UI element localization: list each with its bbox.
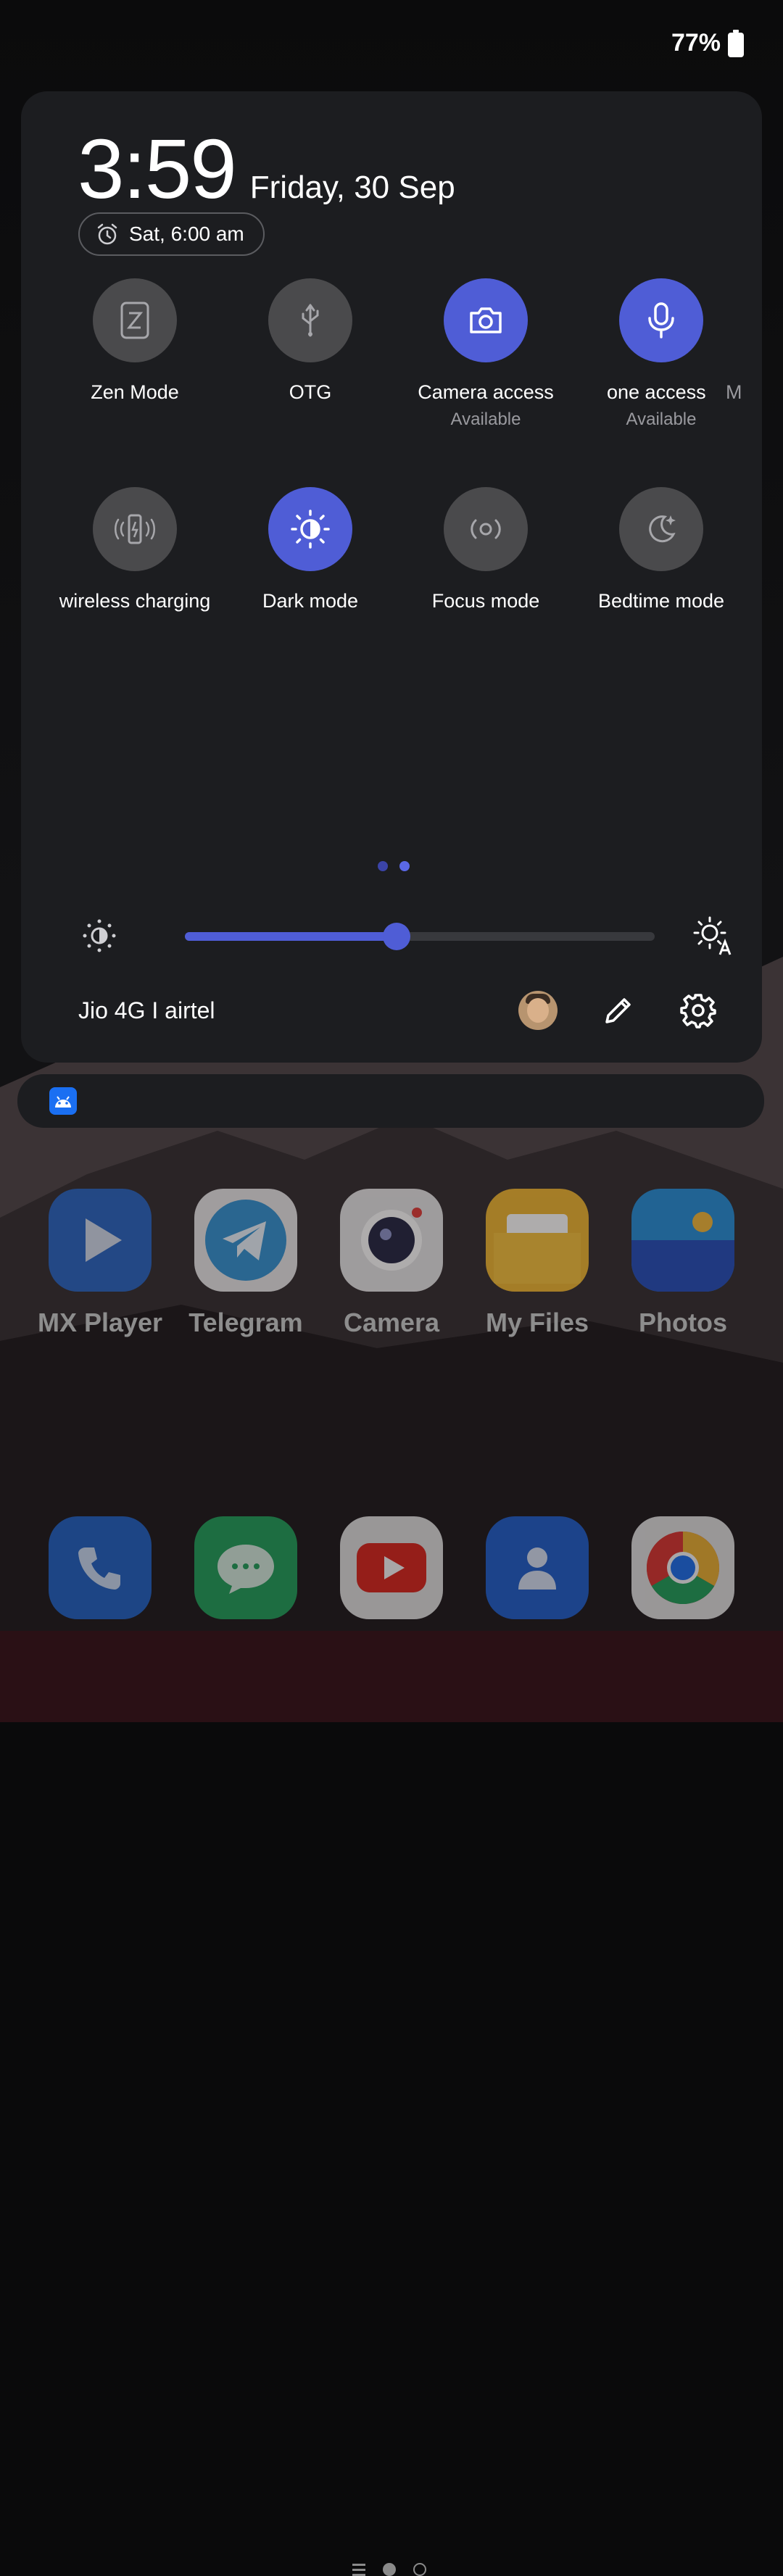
- telegram-icon: [194, 1189, 297, 1292]
- chrome-app-icon: [631, 1516, 734, 1619]
- reverse-wireless-charging-icon: [93, 487, 177, 571]
- battery-icon: [728, 29, 744, 57]
- tile-status: Available: [450, 410, 521, 429]
- tile-label: Zen Mode: [91, 381, 179, 403]
- app-label: MX Player: [37, 1308, 163, 1337]
- page-indicator: [378, 861, 410, 871]
- tile-reverse-wireless-charging[interactable]: wireless charging: [48, 487, 222, 612]
- notification-pill[interactable]: [17, 1074, 764, 1128]
- alarm-clock-icon: [97, 223, 117, 245]
- pencil-icon: [605, 998, 631, 1023]
- camera-app-icon: [340, 1189, 443, 1292]
- alarm-chip[interactable]: Sat, 6:00 am: [78, 212, 265, 256]
- app-label: Telegram: [188, 1308, 303, 1337]
- home-screen: MX Player Telegram Camera My Files Photo…: [0, 1131, 783, 2576]
- page-dot-2[interactable]: [399, 861, 410, 871]
- home-page-indicator: [352, 2563, 426, 2576]
- contacts-app-icon: [486, 1516, 589, 1619]
- tile-camera-access[interactable]: Camera access Available: [399, 278, 573, 430]
- app-drawer-indicator[interactable]: [352, 2563, 365, 2576]
- brightness-slider-fill: [185, 932, 397, 941]
- camera-icon: [444, 278, 528, 362]
- clock[interactable]: 3:59: [78, 120, 237, 217]
- app-photos[interactable]: Photos: [610, 1189, 755, 1338]
- brightness-slider-thumb[interactable]: [382, 923, 410, 950]
- gear-icon: [680, 994, 716, 1029]
- dock-phone[interactable]: [28, 1516, 173, 1619]
- tile-label: wireless charging: [59, 590, 211, 612]
- status-bar: 77%: [671, 29, 744, 57]
- tile-label: one access: [607, 381, 706, 403]
- user-avatar[interactable]: [518, 991, 558, 1030]
- app-label: My Files: [485, 1308, 589, 1337]
- tile-zen-mode[interactable]: Zen Mode: [48, 278, 222, 404]
- clock-row: 3:59 Friday, 30 Sep: [78, 120, 455, 217]
- tile-status: Available: [626, 410, 697, 429]
- tile-otg[interactable]: OTG: [223, 278, 397, 404]
- tile-label: Bedtime mode: [597, 590, 725, 612]
- tile-label: OTG: [289, 381, 332, 403]
- phone-app-icon: [49, 1516, 152, 1619]
- brightness-low-icon: [83, 919, 116, 952]
- brightness-row: [82, 914, 734, 957]
- tile-partial-edge[interactable]: M: [726, 381, 755, 404]
- messages-app-icon: [194, 1516, 297, 1619]
- app-label: Photos: [639, 1308, 727, 1337]
- bedtime-moon-icon: [619, 487, 703, 571]
- tile-label: Dark mode: [262, 590, 359, 612]
- photos-icon: [631, 1189, 734, 1292]
- usb-icon: [268, 278, 352, 362]
- youtube-app-icon: [340, 1516, 443, 1619]
- qs-footer: Jio 4G I airtel: [78, 981, 718, 1039]
- tile-label: Focus mode: [431, 590, 540, 612]
- android-icon: [49, 1087, 77, 1115]
- dock-contacts[interactable]: [465, 1516, 610, 1619]
- dock-youtube[interactable]: [319, 1516, 464, 1619]
- dock-messages[interactable]: [173, 1516, 318, 1619]
- zen-mode-icon: [93, 278, 177, 362]
- edit-tiles-button[interactable]: [598, 990, 639, 1031]
- dock-chrome[interactable]: [610, 1516, 755, 1619]
- tile-microphone-access[interactable]: one access Available: [574, 278, 748, 430]
- auto-brightness-icon[interactable]: [692, 915, 733, 956]
- brightness-slider[interactable]: [185, 923, 655, 950]
- tile-dark-mode[interactable]: Dark mode: [223, 487, 397, 612]
- settings-button[interactable]: [678, 990, 718, 1031]
- dark-mode-icon: [268, 487, 352, 571]
- tile-bedtime-mode[interactable]: Bedtime mode: [574, 487, 748, 612]
- app-label: Camera: [343, 1308, 440, 1337]
- tile-focus-mode[interactable]: Focus mode: [399, 487, 573, 612]
- page-dot-1[interactable]: [378, 861, 388, 871]
- network-operator: Jio 4G I airtel: [78, 997, 215, 1023]
- app-mx-player[interactable]: MX Player: [28, 1189, 173, 1338]
- home-page-dot-2[interactable]: [413, 2563, 426, 2576]
- app-camera[interactable]: Camera: [319, 1189, 464, 1338]
- date[interactable]: Friday, 30 Sep: [250, 170, 455, 206]
- microphone-icon: [619, 278, 703, 362]
- my-files-icon: [486, 1189, 589, 1292]
- quick-settings-panel: 3:59 Friday, 30 Sep Sat, 6:00 am Zen Mod…: [21, 91, 762, 1063]
- home-page-dot-1[interactable]: [383, 2563, 396, 2576]
- app-telegram[interactable]: Telegram: [173, 1189, 318, 1338]
- mx-player-icon: [49, 1189, 152, 1292]
- alarm-label: Sat, 6:00 am: [129, 223, 244, 245]
- app-my-files[interactable]: My Files: [465, 1189, 610, 1338]
- battery-percentage: 77%: [671, 29, 721, 57]
- focus-mode-icon: [444, 487, 528, 571]
- tile-label: Camera access: [418, 381, 554, 403]
